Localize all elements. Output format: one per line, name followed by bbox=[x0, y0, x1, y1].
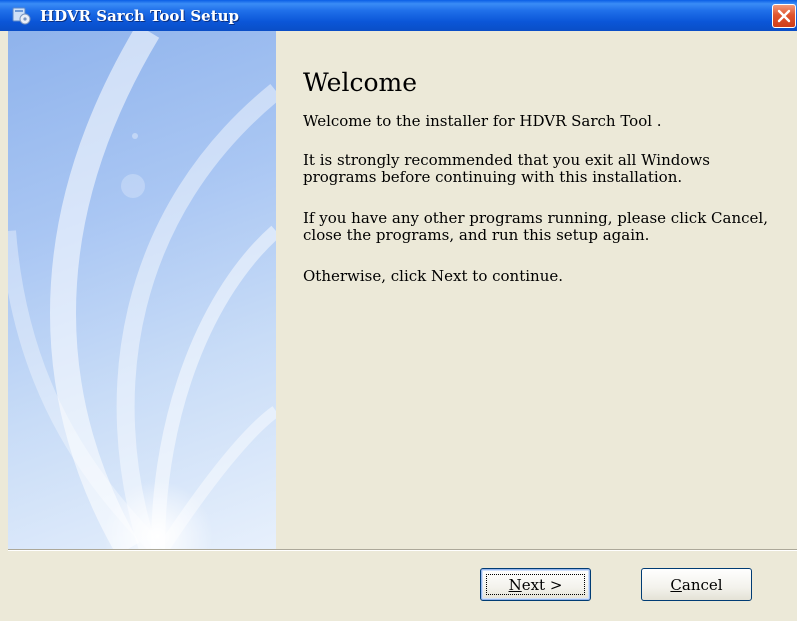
cancel-button[interactable]: Cancel bbox=[641, 568, 752, 601]
cancel-instruction-text: If you have any other programs running, … bbox=[303, 209, 768, 244]
welcome-content: Welcome Welcome to the installer for HDV… bbox=[276, 31, 797, 549]
cancel-button-label: Cancel bbox=[670, 575, 723, 594]
title-bar[interactable]: HDVR Sarch Tool Setup bbox=[0, 0, 797, 31]
setup-app-icon bbox=[12, 7, 32, 25]
footer-divider bbox=[8, 549, 797, 551]
welcome-text: Welcome to the installer for HDVR Sarch … bbox=[303, 112, 662, 130]
side-banner-image bbox=[8, 31, 276, 549]
next-instruction-text: Otherwise, click Next to continue. bbox=[303, 267, 564, 285]
window-frame-left bbox=[0, 31, 8, 621]
setup-window: HDVR Sarch Tool Setup Welcome Welcome to… bbox=[0, 0, 797, 621]
recommendation-text: It is strongly recommended that you exit… bbox=[303, 151, 710, 186]
window-title: HDVR Sarch Tool Setup bbox=[40, 7, 240, 25]
page-title: Welcome bbox=[303, 68, 418, 97]
next-button[interactable]: Next > bbox=[480, 568, 591, 601]
focus-rectangle bbox=[486, 574, 585, 595]
close-button[interactable] bbox=[772, 4, 796, 28]
